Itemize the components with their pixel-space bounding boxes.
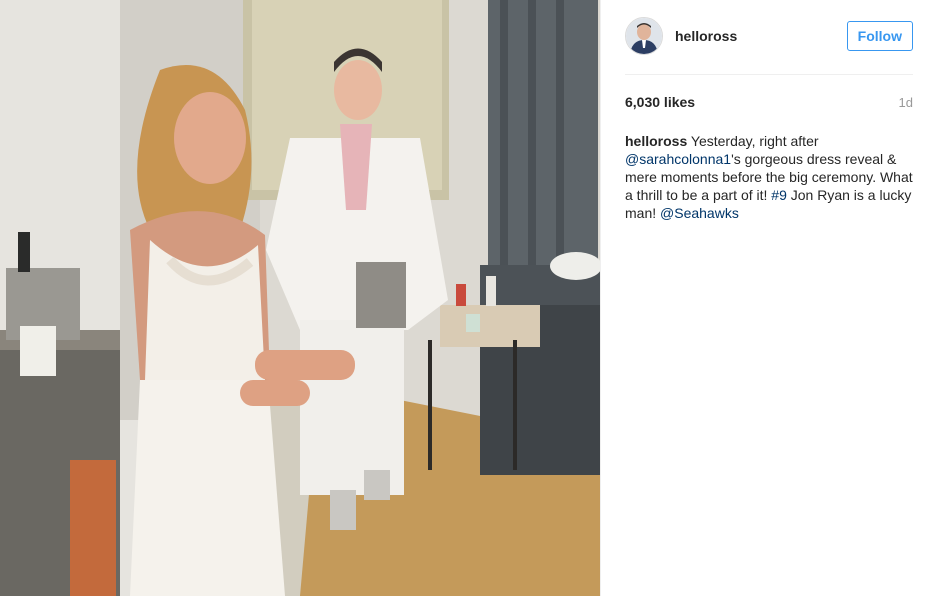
caption-hashtag[interactable]: #9 bbox=[771, 187, 787, 203]
post-meta: 6,030 likes 1d bbox=[625, 94, 913, 110]
post-age[interactable]: 1d bbox=[899, 95, 913, 110]
post-header: helloross Follow bbox=[625, 16, 913, 56]
post-photo[interactable] bbox=[0, 0, 600, 596]
likes-count[interactable]: 6,030 likes bbox=[625, 94, 695, 110]
caption-mention-sarahcolonna1[interactable]: @sarahcolonna1 bbox=[625, 151, 731, 167]
follow-button[interactable]: Follow bbox=[846, 21, 913, 51]
caption-mention-seahawks[interactable]: @Seahawks bbox=[660, 205, 739, 221]
post-sidebar: helloross Follow 6,030 likes 1d helloros… bbox=[600, 0, 934, 596]
avatar[interactable] bbox=[625, 17, 663, 55]
post-caption: helloross Yesterday, right after @sarahc… bbox=[625, 132, 913, 222]
caption-text: Yesterday, right after bbox=[687, 133, 819, 149]
header-divider bbox=[625, 74, 913, 75]
avatar-image bbox=[626, 18, 662, 54]
post-username[interactable]: helloross bbox=[675, 28, 847, 44]
wedding-photo-image bbox=[0, 0, 600, 596]
caption-username[interactable]: helloross bbox=[625, 133, 687, 149]
